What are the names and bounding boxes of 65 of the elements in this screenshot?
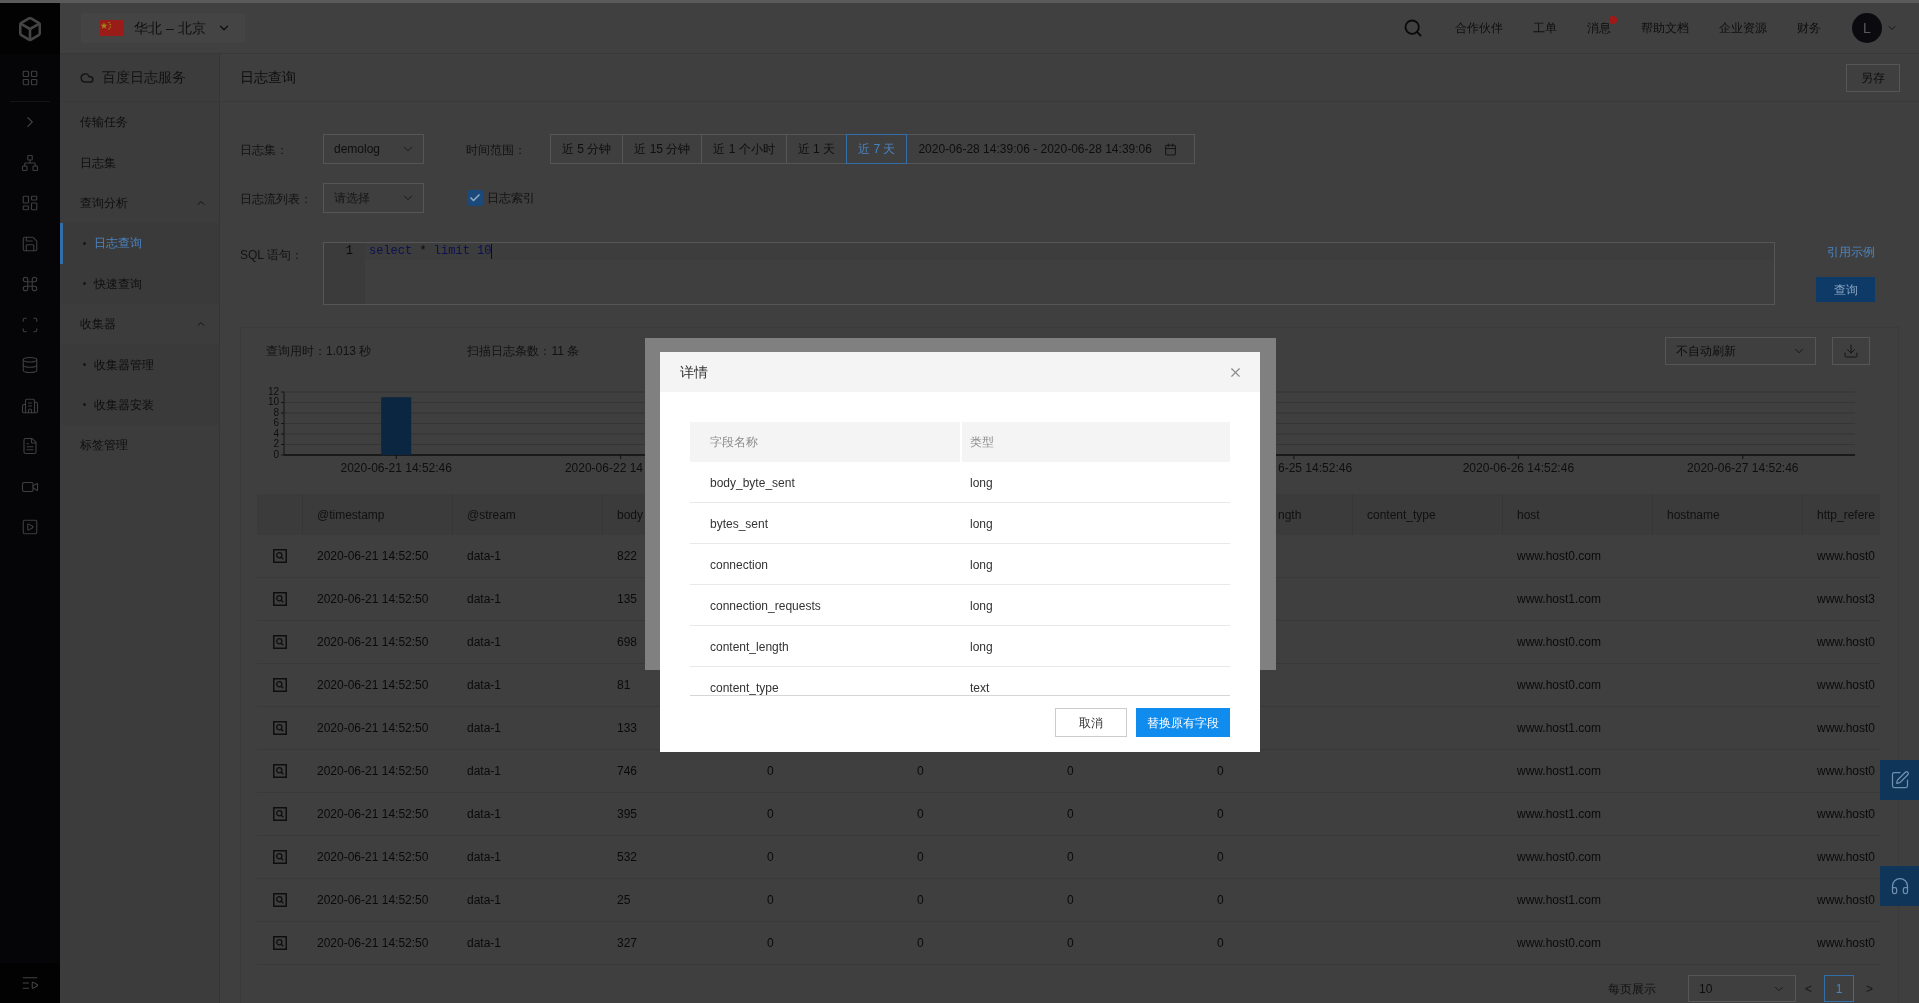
magnifier-icon[interactable] <box>273 592 287 606</box>
field-type: long <box>970 558 993 572</box>
cancel-button[interactable]: 取消 <box>1055 708 1127 737</box>
cloud-icon <box>80 70 94 85</box>
y-axis <box>280 391 285 456</box>
magnifier-icon[interactable] <box>273 549 287 563</box>
checkmark-icon <box>469 192 481 204</box>
next-page-button[interactable]: > <box>1866 979 1873 998</box>
field-type: text <box>970 681 990 695</box>
bullet-icon <box>83 403 86 407</box>
field-name: body_byte_sent <box>710 476 795 490</box>
dialog-title: 详情 <box>680 362 708 382</box>
magnifier-icon[interactable] <box>273 893 287 907</box>
field-name: content_length <box>710 640 789 654</box>
bullet-icon <box>83 241 86 245</box>
scan-icon[interactable] <box>21 315 39 334</box>
floppy-icon[interactable] <box>21 234 39 253</box>
field-type: long <box>970 640 993 654</box>
replace-fields-button[interactable]: 替换原有字段 <box>1136 708 1230 737</box>
network-icon[interactable] <box>21 153 39 172</box>
index-checkbox[interactable] <box>467 190 483 206</box>
column-header: 类型 <box>962 422 1230 462</box>
headset-icon <box>1889 876 1910 896</box>
prev-page-button[interactable]: < <box>1804 979 1812 998</box>
time-range-option[interactable]: 近 7 天 <box>846 134 908 164</box>
magnifier-icon[interactable] <box>273 807 287 821</box>
column-header: 字段名称 <box>690 422 960 462</box>
text-cursor <box>491 244 493 259</box>
building-icon[interactable] <box>21 396 39 415</box>
user-avatar[interactable]: L <box>1852 13 1882 43</box>
download-button[interactable] <box>1832 337 1870 365</box>
magnifier-icon[interactable] <box>273 678 287 692</box>
field-type: long <box>970 517 993 531</box>
field-name: connection <box>710 558 769 572</box>
grid-icon[interactable] <box>21 68 39 87</box>
command-icon[interactable] <box>21 275 39 294</box>
field-type: long <box>970 476 993 490</box>
database-icon[interactable] <box>21 356 39 375</box>
magnifier-icon[interactable] <box>273 635 287 649</box>
chart-bar <box>381 397 412 455</box>
document-icon[interactable] <box>21 437 39 456</box>
field-name: bytes_sent <box>710 517 769 531</box>
search-icon[interactable] <box>1403 18 1423 38</box>
edit-icon <box>1889 770 1910 790</box>
edit-button[interactable] <box>1880 760 1919 800</box>
magnifier-icon[interactable] <box>273 721 287 735</box>
download-icon <box>1843 343 1859 359</box>
magnifier-icon[interactable] <box>273 764 287 778</box>
flag-icon <box>100 20 124 36</box>
field-name: content_type <box>710 681 779 695</box>
field-name: connection_requests <box>710 599 821 613</box>
page-button[interactable]: 1 <box>1824 975 1854 1002</box>
bullet-icon <box>83 363 86 367</box>
example-link[interactable]: 引用示例 <box>1827 243 1875 261</box>
dashboard-icon[interactable] <box>21 194 39 213</box>
query-button[interactable]: 查询 <box>1816 277 1875 302</box>
play-square-icon[interactable] <box>21 518 39 537</box>
calendar-icon <box>1163 142 1177 156</box>
field-type: long <box>970 599 993 613</box>
magnifier-icon[interactable] <box>273 850 287 864</box>
cube-icon[interactable] <box>17 15 43 42</box>
magnifier-icon[interactable] <box>273 936 287 950</box>
playlist-icon[interactable] <box>21 974 39 992</box>
bullet-icon <box>83 282 86 286</box>
support-button[interactable] <box>1880 866 1919 906</box>
